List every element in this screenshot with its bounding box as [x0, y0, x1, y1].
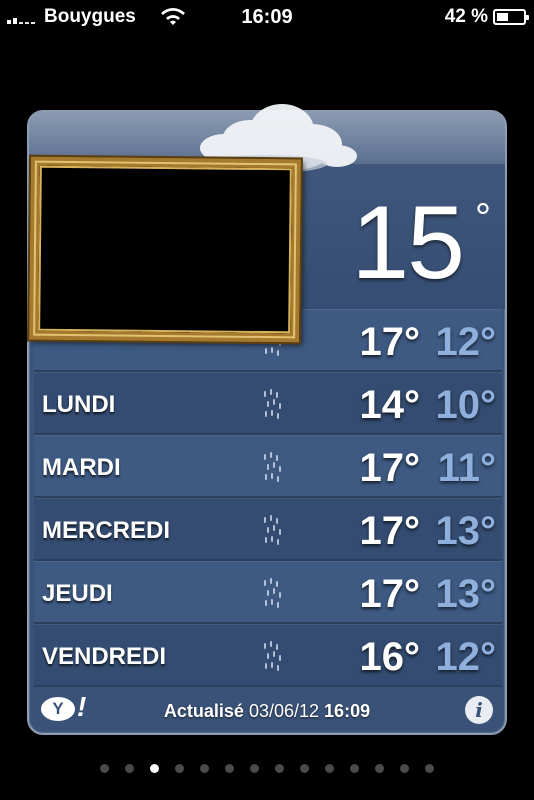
page-dot[interactable] — [150, 764, 159, 773]
day-name: MERCREDI — [42, 517, 171, 544]
current-temperature: 15 — [351, 185, 465, 301]
info-icon[interactable]: i — [465, 696, 493, 724]
updated-time: 16:09 — [324, 701, 371, 721]
card-footer: Y ! Actualisé 03/06/12 16:09 i — [29, 689, 505, 733]
rain-icon — [260, 389, 284, 419]
day-name: VENDREDI — [42, 643, 167, 670]
page-dot[interactable] — [125, 764, 134, 773]
last-updated: Actualisé 03/06/12 16:09 — [29, 701, 505, 722]
day-name: JEUDI — [42, 580, 113, 607]
high-temp: 17° — [359, 320, 421, 364]
forecast-row: MERCREDI 17° 13° — [34, 498, 502, 561]
forecast-row: JEUDI 17° 13° — [34, 561, 502, 624]
forecast-list: 17° 12° LUNDI 14° 10° MARDI 17° 11° MERC… — [34, 309, 502, 687]
updated-date: 03/06/12 — [248, 701, 320, 721]
page-dot[interactable] — [225, 764, 234, 773]
high-temp: 14° — [359, 383, 421, 427]
high-temp: 17° — [359, 509, 421, 553]
low-temp: 11° — [437, 446, 496, 490]
battery-level — [497, 13, 508, 21]
page-dot[interactable] — [350, 764, 359, 773]
high-temp: 17° — [359, 446, 421, 490]
forecast-row: VENDREDI 16° 12° — [34, 624, 502, 687]
low-temp: 12° — [435, 635, 497, 679]
page-dot[interactable] — [425, 764, 434, 773]
updated-label: Actualisé — [163, 701, 244, 721]
forecast-row: MARDI 17° 11° — [34, 435, 502, 498]
battery-percent: 42 % — [444, 6, 488, 27]
rain-icon — [260, 515, 284, 545]
day-name: LUNDI — [42, 391, 116, 418]
page-dot[interactable] — [175, 764, 184, 773]
page-dot[interactable] — [325, 764, 334, 773]
page-dot[interactable] — [200, 764, 209, 773]
degree-symbol: ° — [475, 196, 491, 240]
page-dot[interactable] — [300, 764, 309, 773]
forecast-row: LUNDI 14° 10° — [34, 372, 502, 435]
high-temp: 17° — [359, 572, 421, 616]
battery-icon — [493, 9, 529, 25]
rain-icon — [260, 641, 284, 671]
high-temp: 16° — [359, 635, 421, 679]
page-dot[interactable] — [275, 764, 284, 773]
status-bar: Bouygues 16:09 42 % — [0, 0, 534, 34]
page-dot[interactable] — [375, 764, 384, 773]
low-temp: 13° — [435, 572, 497, 616]
day-name: MARDI — [42, 454, 121, 481]
low-temp: 12° — [435, 320, 497, 364]
rain-icon — [260, 578, 284, 608]
page-dot[interactable] — [250, 764, 259, 773]
frame-overlay — [29, 156, 301, 343]
page-dot[interactable] — [400, 764, 409, 773]
page-dot[interactable] — [100, 764, 109, 773]
rain-icon — [260, 452, 284, 482]
low-temp: 13° — [435, 509, 497, 553]
low-temp: 10° — [435, 383, 497, 427]
page-indicator[interactable] — [0, 764, 534, 773]
